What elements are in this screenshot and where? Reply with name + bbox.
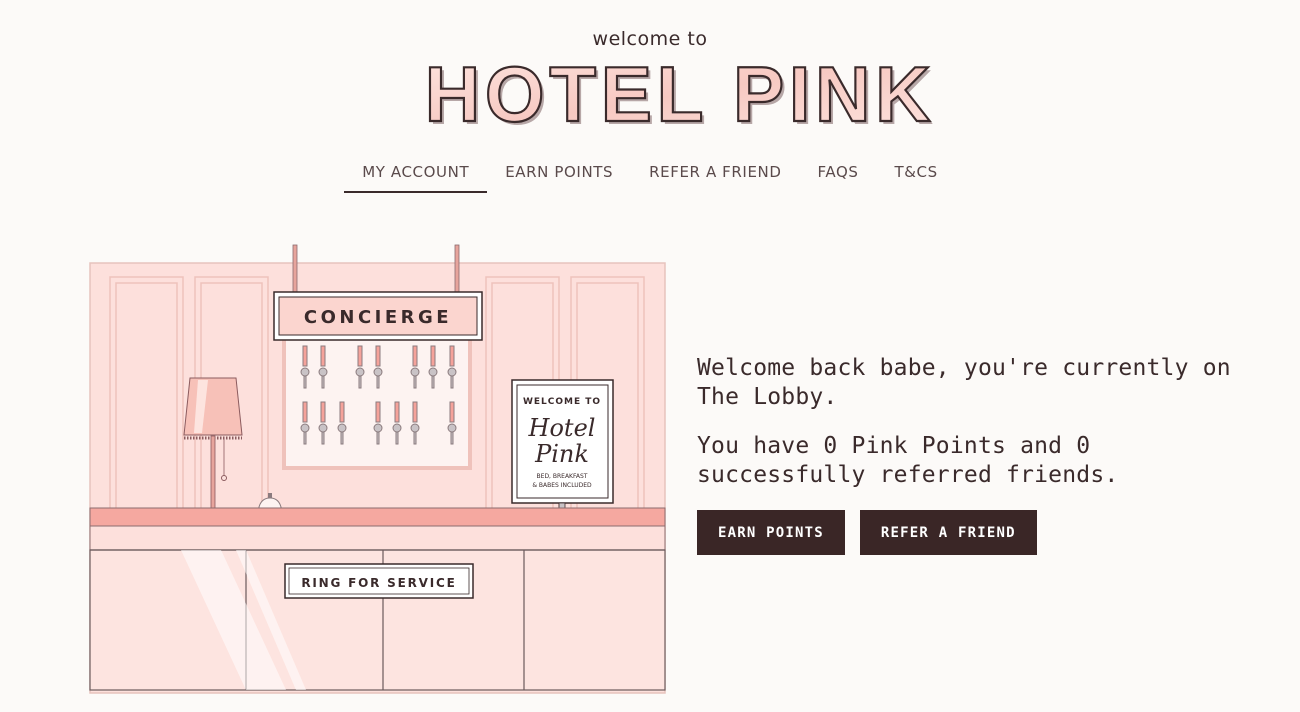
refer-a-friend-button[interactable]: REFER A FRIEND [859,510,1037,555]
account-summary: Welcome back babe, you're currently on T… [697,354,1257,555]
nav-my-account[interactable]: MY ACCOUNT [344,155,488,193]
welcome-message: Welcome back babe, you're currently on T… [697,355,1231,410]
sign-rod-right [454,244,460,296]
counter-lip [89,525,666,551]
concierge-sign-text: CONCIERGE [304,307,452,328]
nav-refer-a-friend[interactable]: REFER A FRIEND [631,155,799,193]
lobby-illustration: CONCIERGE WELCOME TO Hotel Pink BED, BRE… [89,244,666,694]
main-nav: MY ACCOUNT EARN POINTS REFER A FRIEND FA… [0,155,1300,193]
nav-faqs[interactable]: FAQS [800,155,877,193]
easel-line1: WELCOME TO [523,397,601,407]
hotel-pink-logo: HOTEL PINK HOTEL PINK [424,58,935,130]
earn-points-button[interactable]: EARN POINTS [697,510,845,555]
nav-tcs[interactable]: T&CS [877,155,956,193]
easel-line3: Pink [534,440,589,468]
welcome-easel: WELCOME TO Hotel Pink BED, BREAKFAST & B… [511,379,614,517]
nav-earn-points[interactable]: EARN POINTS [487,155,631,193]
easel-line2: Hotel [528,414,596,442]
welcome-label: welcome to [592,28,708,50]
counter-top [89,507,666,527]
easel-line5: & BABES INCLUDED [532,482,592,489]
logo-text: HOTEL PINK [425,58,935,130]
points-message: You have 0 Pink Points and 0 successfull… [697,433,1119,488]
action-buttons: EARN POINTS REFER A FRIEND [697,510,1257,555]
easel-line4: BED, BREAKFAST [537,473,588,480]
sign-rod-left [292,244,298,296]
service-sign-text: RING FOR SERVICE [301,576,456,590]
